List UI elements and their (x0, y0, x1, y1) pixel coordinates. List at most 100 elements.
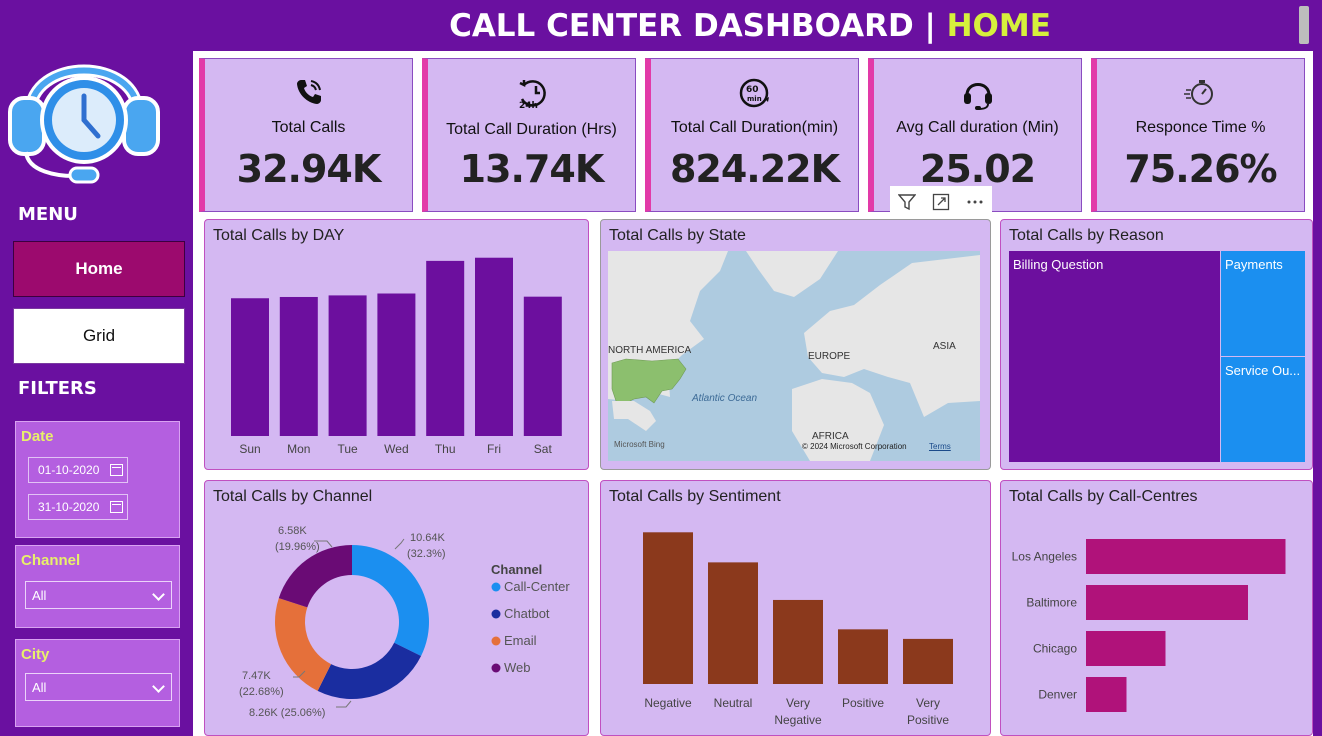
channel-data-percent: (32.3%) (407, 548, 446, 560)
sentiment-tick-label: Very (786, 696, 810, 710)
centre-tick-label: Baltimore (1026, 596, 1077, 610)
map-label-europe: EUROPE (808, 351, 851, 362)
kpi-value: 824.22K (669, 147, 840, 191)
svg-text:min: min (747, 95, 762, 103)
visual-header-toolbar (890, 186, 992, 218)
map-label-africa: AFRICA (812, 431, 849, 442)
start-date-input[interactable]: 01-10-2020 (28, 457, 128, 483)
menu-heading: MENU (18, 204, 78, 225)
kpi-label: Responce Time % (1135, 119, 1266, 136)
headset-clock-logo-icon (8, 64, 160, 184)
treemap-service-outage[interactable]: Service Ou... (1221, 357, 1305, 462)
grid-nav-button[interactable]: Grid (13, 308, 185, 364)
map-terms-link[interactable]: Terms (929, 442, 951, 451)
day-bar[interactable] (426, 260, 465, 436)
channel-legend-item[interactable]: Email (504, 633, 537, 648)
kpi-value: 32.94K (236, 147, 382, 191)
day-bar[interactable] (377, 293, 416, 437)
legend-swatch (491, 636, 501, 646)
day-tick-label: Fri (487, 442, 501, 456)
sentiment-bar[interactable] (643, 532, 693, 684)
treemap-payments[interactable]: Payments (1221, 251, 1305, 356)
centre-tick-label: Chicago (1033, 642, 1077, 656)
calls-by-sentiment-chart: Negative Neutral Very Negative Positive Very P… (643, 532, 953, 727)
leader-line (336, 700, 352, 708)
title-accent: HOME (946, 8, 1051, 44)
channel-filter: Channel All (15, 545, 180, 628)
sentiment-bar[interactable] (838, 629, 888, 684)
calls-by-state-map[interactable]: NORTH AMERICA EUROPE ASIA AFRICA Atlanti… (608, 251, 980, 461)
bing-attribution: Microsoft Bing (614, 440, 665, 449)
channel-filter-label: Channel (21, 552, 81, 569)
day-bar[interactable] (523, 296, 562, 436)
kpi-value: 13.74K (459, 147, 605, 191)
channel-data-label: 6.58K (278, 525, 307, 537)
channel-slice[interactable] (352, 545, 429, 657)
more-options-icon[interactable] (961, 188, 989, 216)
sentiment-bar[interactable] (708, 562, 758, 684)
calls-by-day-panel: Total Calls by DAY Sun Mon Tue Wed Thu Fri Sat (204, 219, 589, 470)
channel-slice[interactable] (278, 545, 352, 608)
calendar-icon[interactable] (110, 501, 123, 513)
kpi-label: Avg Call duration (Min) (896, 119, 1059, 136)
end-date-value: 31-10-2020 (38, 500, 100, 514)
calendar-icon[interactable] (110, 464, 123, 476)
map-copyright: © 2024 Microsoft Corporation (802, 442, 907, 451)
treemap-billing-question[interactable]: Billing Question (1009, 251, 1220, 462)
centre-tick-label: Los Angeles (1012, 550, 1077, 564)
legend-swatch (491, 663, 501, 673)
focus-mode-icon[interactable] (927, 188, 955, 216)
sentiment-tick-label: Positive (907, 713, 949, 727)
headset-icon (963, 83, 992, 110)
day-bar[interactable] (231, 298, 269, 436)
channel-slice[interactable] (317, 642, 422, 699)
centre-bar[interactable] (1086, 631, 1166, 666)
map-label-atlantic: Atlantic Ocean (692, 393, 758, 404)
legend-swatch (491, 609, 501, 619)
end-date-input[interactable]: 31-10-2020 (28, 494, 128, 520)
city-select[interactable]: All (25, 673, 172, 701)
kpi-value: 75.26% (1124, 147, 1277, 191)
day-bar[interactable] (279, 296, 318, 436)
sentiment-bar[interactable] (773, 599, 823, 684)
day-bar[interactable] (328, 295, 367, 436)
kpi-duration-min: 60 min Total Call Duration(min) 824.22K (645, 58, 859, 212)
chevron-down-icon (152, 680, 165, 693)
date-filter-label: Date (21, 428, 54, 445)
centre-bar[interactable] (1086, 677, 1127, 712)
panel-title: Total Calls by State (609, 227, 746, 244)
calls-by-centre-chart: Los Angeles Baltimore Chicago Denver (1012, 539, 1286, 712)
city-filter-label: City (21, 646, 50, 663)
kpi-response-time: Responce Time % 75.26% (1091, 58, 1305, 212)
sentiment-tick-label: Positive (842, 696, 884, 710)
day-bar[interactable] (475, 257, 513, 436)
sentiment-tick-label: Negative (774, 713, 822, 727)
channel-legend-title: Channel (491, 562, 542, 577)
channel-data-percent: (22.68%) (239, 686, 284, 698)
kpi-total-calls: Total Calls 32.94K (199, 58, 413, 212)
filter-icon[interactable] (893, 188, 921, 216)
panel-title: Total Calls by Reason (1009, 227, 1164, 244)
page-scrollbar[interactable] (1299, 6, 1309, 44)
sentiment-tick-label: Neutral (714, 696, 753, 710)
home-nav-button[interactable]: Home (13, 241, 185, 297)
chevron-down-icon (152, 588, 165, 601)
channel-data-percent: (19.96%) (275, 541, 320, 553)
channel-slice[interactable] (275, 598, 332, 691)
channel-legend-item[interactable]: Call-Center (504, 579, 570, 594)
calls-by-centre-panel: Total Calls by Call-Centres Los Angeles B… (1000, 480, 1313, 736)
channel-legend-item[interactable]: Web (504, 660, 531, 675)
centre-bar[interactable] (1086, 539, 1286, 574)
city-filter: City All (15, 639, 180, 727)
channel-select[interactable]: All (25, 581, 172, 609)
60-min-clock-icon: 60 min (739, 78, 769, 108)
calls-by-channel-panel: Total Calls by Channel 10.64K (32.3%) 8.26… (204, 480, 589, 736)
world-map (608, 251, 980, 461)
channel-legend-item[interactable]: Chatbot (504, 606, 550, 621)
centre-bar[interactable] (1086, 585, 1248, 620)
leader-line (394, 538, 405, 550)
kpi-duration-hrs: 24h Total Call Duration (Hrs) 13.74K (422, 58, 636, 212)
channel-data-label: 10.64K (410, 532, 446, 544)
sentiment-bar[interactable] (903, 638, 953, 684)
day-tick-label: Wed (384, 442, 408, 456)
